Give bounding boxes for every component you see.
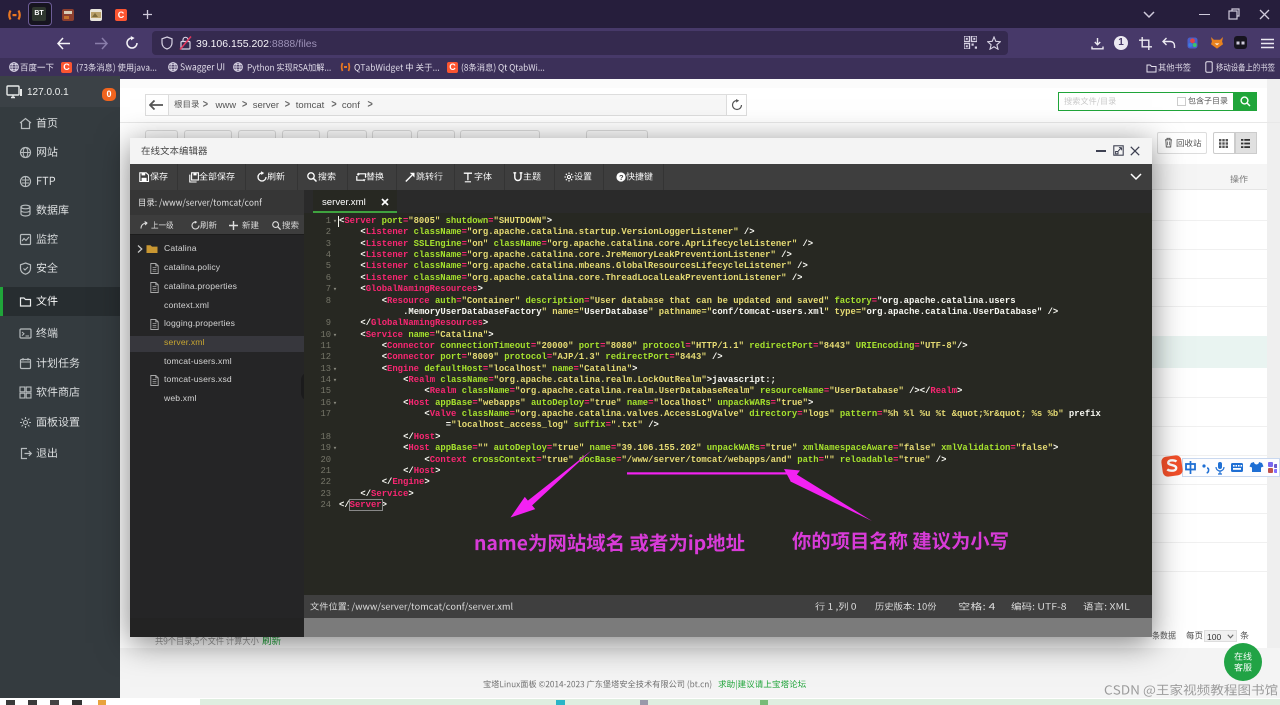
svg-text:?: ? (619, 173, 624, 182)
